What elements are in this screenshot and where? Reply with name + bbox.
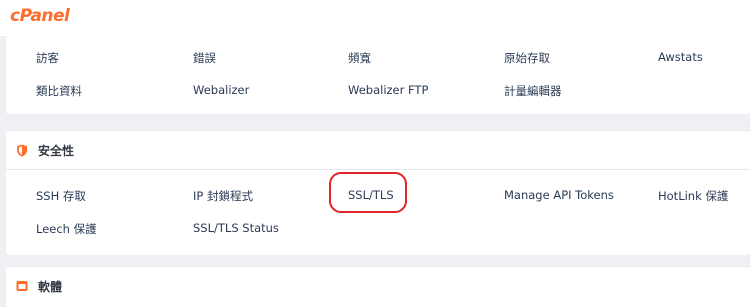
visitors-link[interactable]: 訪客 xyxy=(36,50,59,66)
analog-stats-link[interactable]: 類比資料 xyxy=(36,83,82,99)
software-icon xyxy=(16,281,28,291)
metrics-editor-link[interactable]: 計量編輯器 xyxy=(504,83,562,99)
awstats-link[interactable]: Awstats xyxy=(658,50,703,64)
ssl-tls-highlight-annotation xyxy=(329,172,407,213)
ssl-tls-status-link[interactable]: SSL/TLS Status xyxy=(193,221,279,235)
top-bar: cPanel xyxy=(0,0,750,36)
shield-icon xyxy=(17,144,27,157)
manage-api-tokens-link[interactable]: Manage API Tokens xyxy=(504,188,614,202)
webalizer-ftp-link[interactable]: Webalizer FTP xyxy=(348,83,428,97)
security-panel-header[interactable]: 安全性 xyxy=(6,131,750,170)
errors-link[interactable]: 錯誤 xyxy=(193,50,216,66)
security-panel-title: 安全性 xyxy=(38,144,75,158)
cpanel-logo[interactable]: cPanel xyxy=(10,6,70,26)
webalizer-link[interactable]: Webalizer xyxy=(193,83,249,97)
ip-blocker-link[interactable]: IP 封鎖程式 xyxy=(193,188,253,204)
software-panel: 軟體 xyxy=(6,266,750,307)
leech-protection-link[interactable]: Leech 保護 xyxy=(36,221,97,237)
hotlink-protection-link[interactable]: HotLink 保護 xyxy=(658,188,728,204)
software-panel-header[interactable]: 軟體 xyxy=(6,267,750,305)
software-panel-title: 軟體 xyxy=(38,280,63,294)
raw-access-link[interactable]: 原始存取 xyxy=(504,50,550,66)
ssh-access-link[interactable]: SSH 存取 xyxy=(36,188,86,204)
metrics-panel: 訪客 錯誤 頻寬 原始存取 Awstats 類比資料 Webalizer Web… xyxy=(6,36,750,114)
bandwidth-link[interactable]: 頻寬 xyxy=(348,50,371,66)
